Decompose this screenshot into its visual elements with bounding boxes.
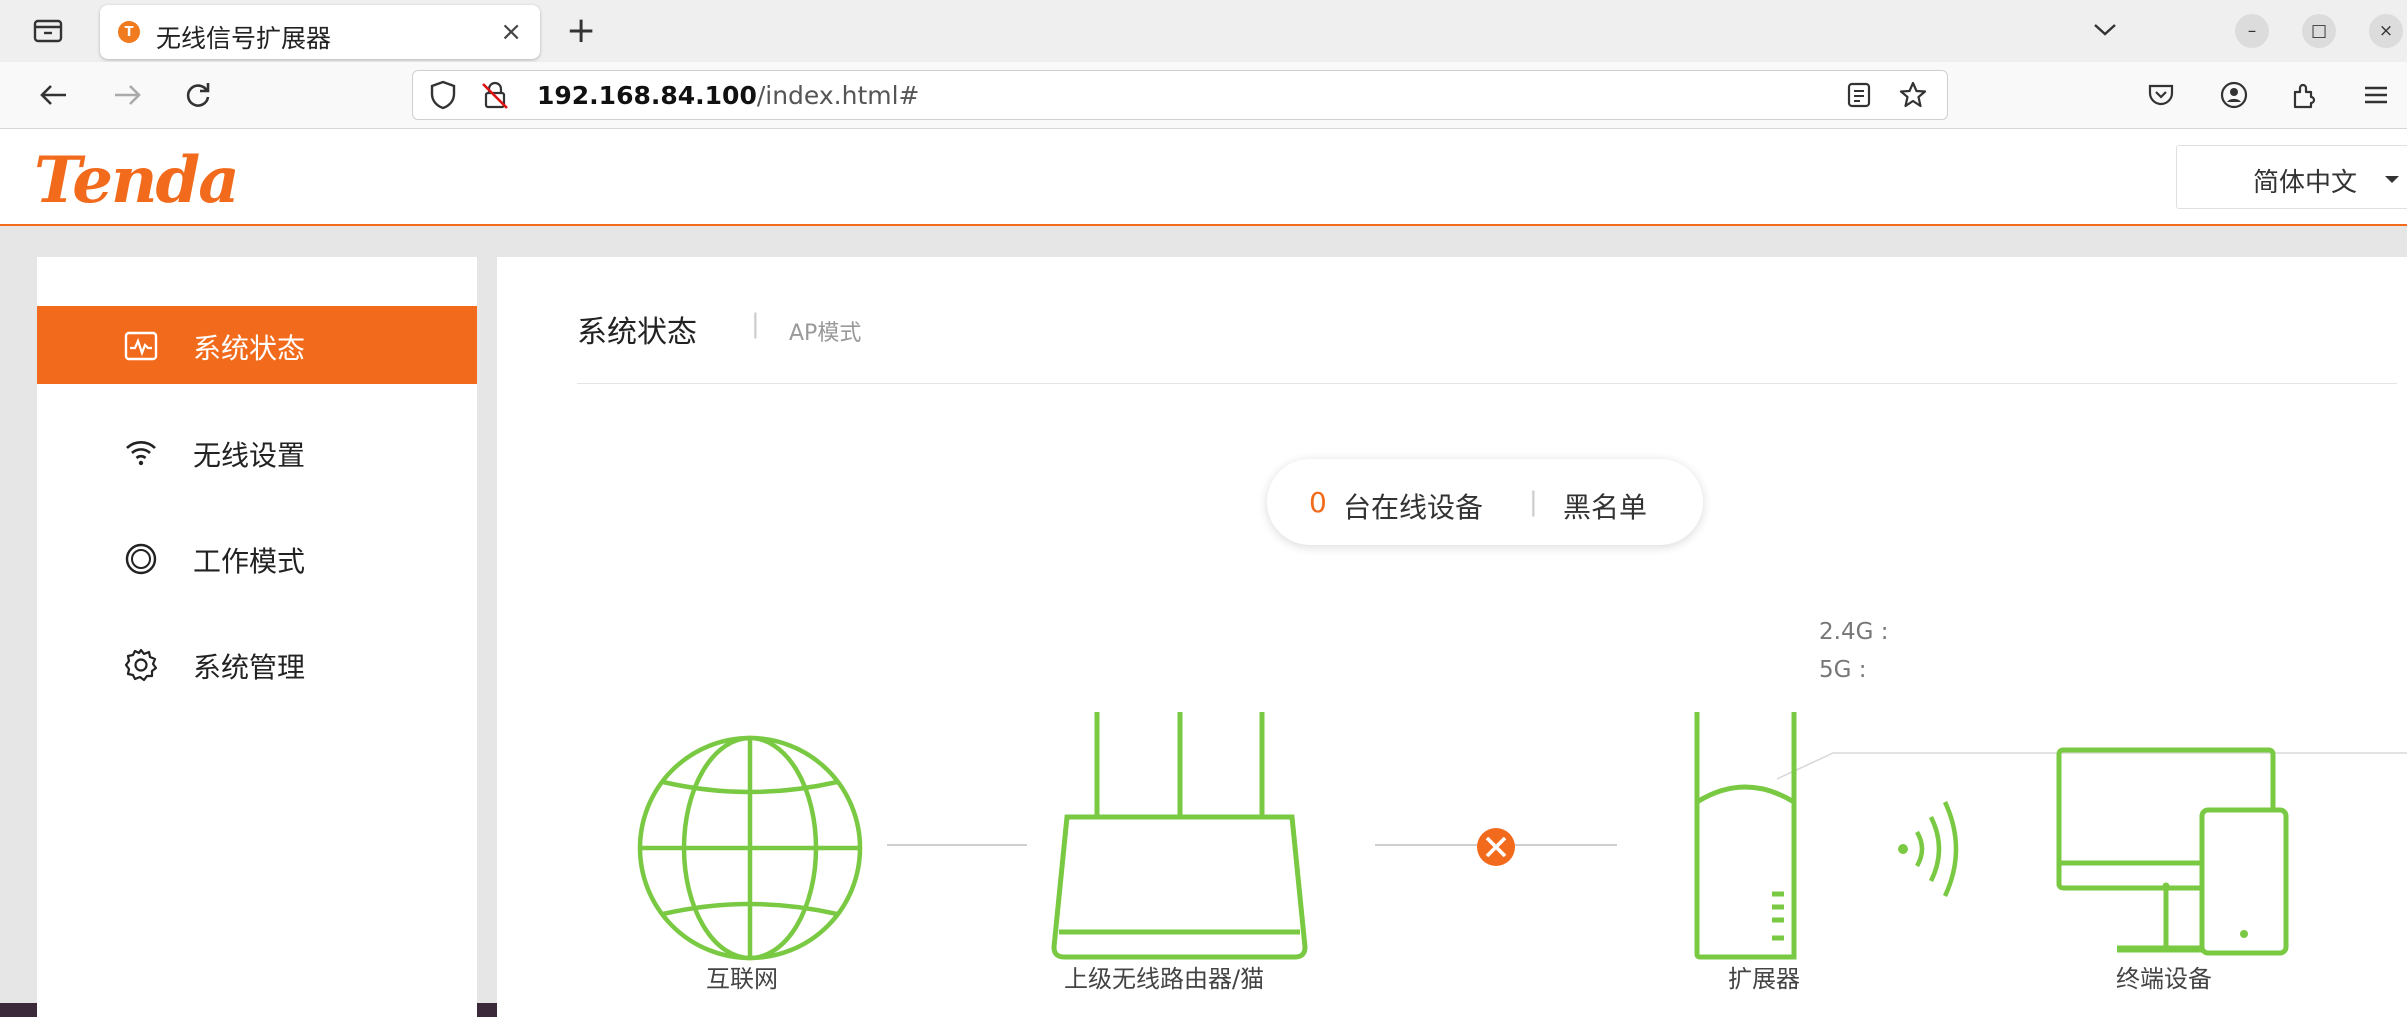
main-content: 系统状态 | AP模式 0 台在线设备 | 黑名单 2.4G : 5G : 互联…	[497, 257, 2407, 1017]
sidebar: 系统状态 无线设置 工作模式 系统管理	[37, 257, 477, 1017]
wireless-signal-icon	[1898, 801, 1959, 897]
url-path: /index.html#	[756, 81, 920, 110]
sidebar-item-label: 无线设置	[193, 439, 306, 472]
close-window-button[interactable]: ×	[2369, 14, 2403, 48]
mode-icon	[123, 541, 159, 577]
url-bar[interactable]: 192.168.84.100/index.html#	[412, 70, 1948, 120]
sidebar-item-system-mgmt[interactable]: 系统管理	[37, 625, 477, 703]
extender-label: 扩展器	[1728, 965, 1800, 993]
tab-list-icon[interactable]	[24, 12, 72, 48]
pocket-icon[interactable]	[2142, 76, 2180, 114]
disconnect-icon	[1477, 828, 1515, 866]
restore-button[interactable]: □	[2302, 14, 2336, 48]
account-icon[interactable]	[2215, 76, 2253, 114]
terminal-devices-icon	[2056, 747, 2289, 956]
back-icon[interactable]	[35, 76, 73, 114]
router-icon	[1051, 712, 1308, 960]
extensions-icon[interactable]	[2286, 76, 2324, 114]
url-text[interactable]: 192.168.84.100/index.html#	[537, 81, 920, 110]
upstream-router-label: 上级无线路由器/猫	[1064, 965, 1265, 993]
tenda-logo[interactable]: Tenda	[34, 143, 240, 218]
insecure-lock-icon[interactable]	[479, 79, 511, 111]
language-select[interactable]: 简体中文	[2176, 145, 2407, 209]
globe-icon	[637, 735, 863, 961]
sidebar-item-label: 系统状态	[193, 332, 306, 365]
forward-icon[interactable]	[108, 76, 146, 114]
language-label: 简体中文	[2253, 168, 2358, 198]
terminal-devices-label: 终端设备	[2116, 965, 2212, 993]
nav-bar: 192.168.84.100/index.html#	[0, 62, 2407, 129]
extender-icon	[1694, 712, 1797, 960]
sidebar-item-label: 工作模式	[193, 545, 306, 578]
page-header: Tenda 简体中文	[0, 129, 2407, 226]
gear-icon	[123, 647, 159, 683]
wifi-icon	[123, 435, 159, 471]
page: Tenda 简体中文 系统状态 无线设置 工作模式 系统管理 系统状态 | AP…	[0, 129, 2407, 1017]
reader-view-icon[interactable]	[1843, 79, 1875, 111]
shield-icon[interactable]	[427, 79, 459, 111]
internet-label: 互联网	[706, 965, 778, 993]
tenda-favicon-icon: T	[118, 21, 140, 43]
tab-close-icon[interactable]: ×	[500, 17, 522, 47]
menu-icon[interactable]	[2357, 76, 2395, 114]
caret-down-icon	[2385, 176, 2399, 183]
reload-icon[interactable]	[179, 76, 217, 114]
minimize-button[interactable]: –	[2235, 14, 2269, 48]
bookmark-star-icon[interactable]	[1897, 79, 1929, 111]
new-tab-button[interactable]: +	[566, 10, 596, 51]
tab-strip: T 无线信号扩展器 × + – □ ×	[0, 0, 2407, 62]
browser-window: T 无线信号扩展器 × + – □ × 192.168.84.100/index…	[0, 0, 2407, 1017]
status-icon	[123, 328, 159, 364]
sidebar-item-label: 系统管理	[193, 651, 306, 684]
url-host: 192.168.84.100	[537, 81, 757, 110]
chevron-down-icon[interactable]	[2090, 14, 2120, 48]
sidebar-item-wireless[interactable]: 无线设置	[37, 413, 477, 491]
topology-diagram	[637, 712, 2289, 961]
browser-tab[interactable]: T 无线信号扩展器 ×	[100, 5, 540, 59]
sidebar-item-status[interactable]: 系统状态	[37, 306, 477, 384]
sidebar-item-work-mode[interactable]: 工作模式	[37, 519, 477, 597]
tab-title: 无线信号扩展器	[156, 24, 332, 53]
